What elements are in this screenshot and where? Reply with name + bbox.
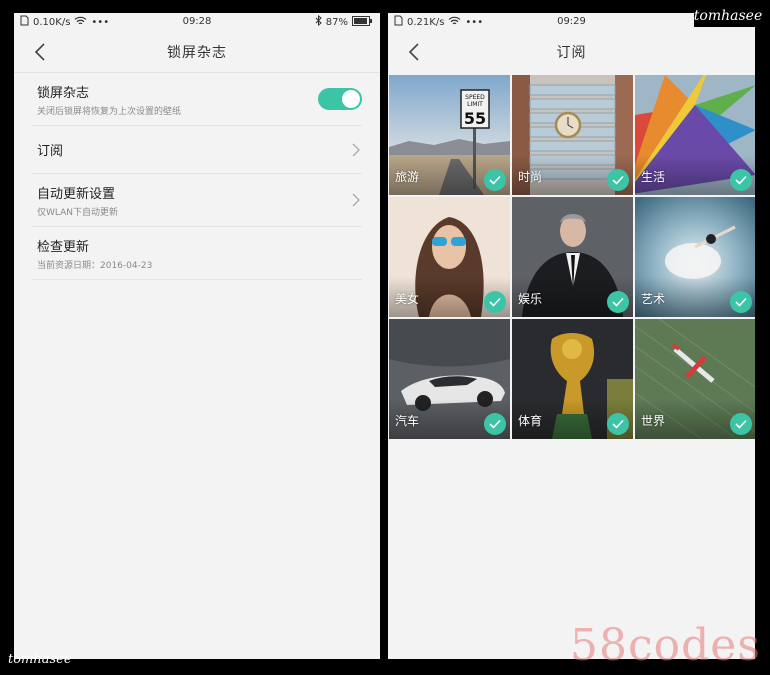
- nav-bar: 锁屏杂志: [14, 31, 380, 73]
- check-icon: [489, 175, 501, 185]
- category-tile-beauty[interactable]: 美女: [389, 197, 510, 317]
- speed-sign-line2: LIMIT: [467, 101, 483, 108]
- check-icon: [735, 419, 747, 429]
- chevron-right-icon: [352, 193, 360, 207]
- wifi-icon: [74, 16, 87, 29]
- selected-check[interactable]: [484, 291, 506, 313]
- check-icon: [612, 175, 624, 185]
- chevron-left-icon: [408, 43, 419, 61]
- category-tile-world[interactable]: 世界: [635, 319, 755, 439]
- settings-list: 锁屏杂志 关闭后锁屏将恢复为上次设置的壁纸 订阅 自动更新设置 仅WLAN下自动…: [14, 73, 380, 280]
- selected-check[interactable]: [730, 291, 752, 313]
- speed-sign-line1: SPEED: [465, 94, 485, 101]
- category-tile-art[interactable]: 艺术: [635, 197, 755, 317]
- check-icon: [489, 297, 501, 307]
- battery-percent: 87%: [325, 16, 348, 28]
- check-icon: [735, 175, 747, 185]
- chevron-right-icon: [352, 143, 360, 156]
- category-label: 娱乐: [518, 292, 543, 306]
- check-icon: [612, 419, 624, 429]
- sim-icon: [20, 15, 29, 29]
- check-icon: [489, 419, 501, 429]
- page-title: 锁屏杂志: [167, 44, 227, 61]
- category-tile-travel[interactable]: SPEED LIMIT 55 旅游: [389, 75, 510, 195]
- selected-check[interactable]: [484, 413, 506, 435]
- category-tile-car[interactable]: 汽车: [389, 319, 510, 439]
- watermark-top: tomhasee: [694, 5, 762, 27]
- category-label: 汽车: [395, 414, 420, 428]
- category-grid: SPEED LIMIT 55 旅游 时尚 生活 美女 娱乐 艺术 汽车 体育 世…: [389, 75, 755, 439]
- more-icon: •••: [91, 16, 110, 28]
- category-label: 艺术: [641, 292, 666, 306]
- selected-check[interactable]: [607, 169, 629, 191]
- selected-check[interactable]: [607, 291, 629, 313]
- network-speed: 0.10K/s: [33, 16, 71, 28]
- toggle-knob: [342, 90, 360, 108]
- setting-magazine-toggle-row[interactable]: 锁屏杂志 关闭后锁屏将恢复为上次设置的壁纸: [32, 73, 362, 126]
- category-label: 世界: [641, 414, 666, 428]
- back-button[interactable]: [28, 40, 52, 64]
- setting-subtitle: 仅WLAN下自动更新: [37, 207, 119, 218]
- setting-title: 自动更新设置: [37, 186, 116, 202]
- category-label: 美女: [395, 292, 420, 306]
- category-tile-sports[interactable]: 体育: [512, 319, 633, 439]
- check-icon: [612, 297, 624, 307]
- network-speed: 0.21K/s: [407, 16, 445, 28]
- selected-check[interactable]: [607, 413, 629, 435]
- selected-check[interactable]: [730, 413, 752, 435]
- setting-title: 锁屏杂志: [37, 85, 90, 101]
- setting-subtitle: 关闭后锁屏将恢复为上次设置的壁纸: [37, 106, 182, 117]
- setting-title: 订阅: [37, 144, 64, 159]
- nav-bar: 订阅: [388, 31, 755, 73]
- setting-subscribe-row[interactable]: 订阅: [32, 126, 362, 174]
- category-label: 体育: [518, 414, 543, 428]
- page-title: 订阅: [556, 45, 587, 61]
- back-button[interactable]: [402, 40, 426, 64]
- setting-title: 检查更新: [37, 239, 90, 255]
- selected-check[interactable]: [484, 169, 506, 191]
- category-label: 时尚: [518, 170, 543, 184]
- speed-sign-number: 55: [464, 109, 486, 128]
- settings-screen: 0.10K/s ••• 87% 09:28 锁屏杂志 锁屏杂志 关闭后锁屏将恢复…: [14, 13, 380, 659]
- bluetooth-icon: [315, 14, 322, 29]
- check-icon: [735, 297, 747, 307]
- setting-auto-update-row[interactable]: 自动更新设置 仅WLAN下自动更新: [32, 174, 362, 227]
- wifi-icon: [448, 16, 461, 29]
- category-tile-entertainment[interactable]: 娱乐: [512, 197, 633, 317]
- category-tile-life[interactable]: 生活: [635, 75, 755, 195]
- watermark-bottom: tomhasee: [8, 652, 72, 667]
- magazine-toggle[interactable]: [318, 88, 362, 110]
- sim-icon: [394, 15, 403, 29]
- category-label: 生活: [641, 170, 666, 184]
- selected-check[interactable]: [730, 169, 752, 191]
- more-icon: •••: [465, 16, 484, 28]
- setting-check-update-row[interactable]: 检查更新 当前资源日期：2016-04-23: [32, 227, 362, 280]
- category-label: 旅游: [395, 170, 420, 184]
- setting-subtitle: 当前资源日期：2016-04-23: [37, 260, 153, 271]
- status-bar: 0.10K/s ••• 87%: [14, 13, 380, 31]
- battery-icon: [352, 15, 372, 29]
- chevron-left-icon: [34, 43, 45, 61]
- watermark-brand: 58codes: [570, 620, 761, 671]
- category-tile-fashion[interactable]: 时尚: [512, 75, 633, 195]
- subscribe-screen: 0.21K/s ••• 09:29 订阅 SPEED LIMIT 55 旅游 时…: [388, 13, 755, 659]
